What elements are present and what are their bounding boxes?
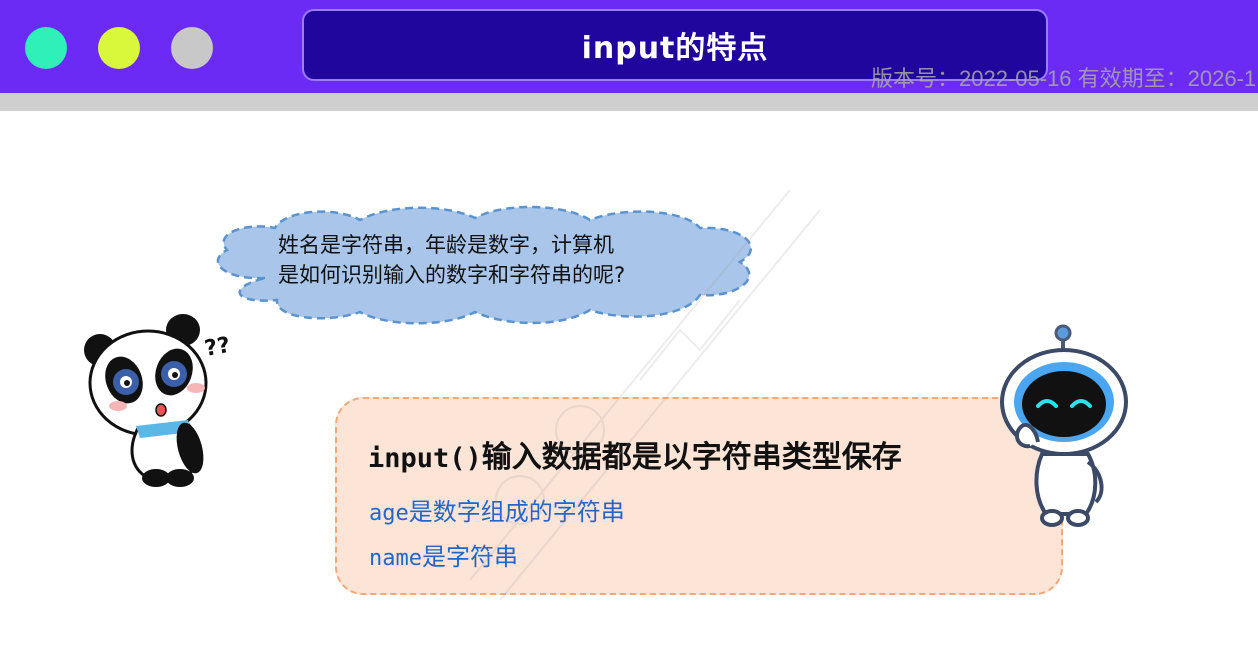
card-line-age: age是数字组成的字符串 xyxy=(369,492,625,527)
heading-text: 输入数据都是以字符串类型保存 xyxy=(481,440,902,475)
header-divider xyxy=(0,93,1258,111)
window-dot-grey xyxy=(171,27,213,69)
line1-text: 是数字组成的字符串 xyxy=(408,498,625,526)
robot-illustration xyxy=(1000,324,1128,527)
window-dot-green xyxy=(25,27,67,69)
version-watermark: 版本号：2022-05-16 有效期至：2026-1 xyxy=(871,66,1257,91)
line2-code: name xyxy=(369,546,422,571)
speech-line-1: 姓名是字符串，年龄是数字，计算机 xyxy=(278,233,614,257)
page-title: input的特点 xyxy=(581,31,769,66)
card-heading: input()输入数据都是以字符串类型保存 xyxy=(368,432,902,476)
line1-code: age xyxy=(369,501,409,526)
line2-text: 是字符串 xyxy=(421,543,518,571)
panda-illustration: ?? xyxy=(84,314,232,487)
speech-line-2: 是如何识别输入的数字和字符串的呢? xyxy=(278,263,626,287)
window-dot-yellow xyxy=(98,27,140,69)
panda-question-marks: ?? xyxy=(203,333,232,362)
speech-bubble-text: 姓名是字符串，年龄是数字，计算机 是如何识别输入的数字和字符串的呢? xyxy=(278,230,718,290)
card-line-name: name是字符串 xyxy=(369,537,518,572)
heading-code: input() xyxy=(368,443,482,474)
